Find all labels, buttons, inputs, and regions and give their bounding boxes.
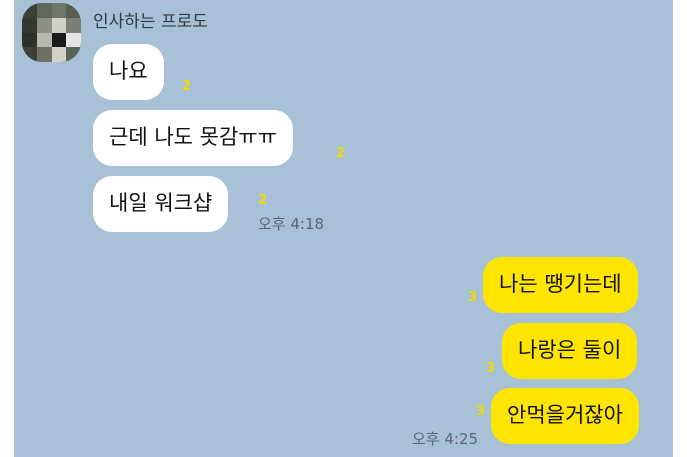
chat-room: 인사하는 프로도 나요 2 근데 나도 못감ㅠㅠ 2 내일 워크샵 2 오후 4… bbox=[14, 0, 673, 457]
incoming-message-bubble[interactable]: 내일 워크샵 bbox=[93, 176, 229, 232]
outgoing-message-bubble[interactable]: 나는 땡기는데 bbox=[483, 257, 638, 313]
unread-count: 2 bbox=[182, 79, 192, 94]
outgoing-message-bubble[interactable]: 나랑은 둘이 bbox=[502, 323, 638, 379]
unread-count: 2 bbox=[258, 193, 268, 208]
unread-count: 3 bbox=[476, 404, 486, 419]
outgoing-message-bubble[interactable]: 안먹을거잖아 bbox=[491, 388, 639, 444]
message-timestamp: 오후 4:18 bbox=[258, 215, 325, 233]
message-timestamp: 오후 4:25 bbox=[412, 430, 479, 448]
incoming-message-bubble[interactable]: 근데 나도 못감ㅠㅠ bbox=[93, 110, 293, 166]
pixelated-avatar-icon bbox=[22, 3, 81, 62]
unread-count: 2 bbox=[336, 146, 346, 161]
unread-count: 3 bbox=[486, 361, 496, 376]
incoming-message-bubble[interactable]: 나요 bbox=[93, 44, 164, 100]
unread-count: 3 bbox=[468, 290, 478, 305]
sender-name: 인사하는 프로도 bbox=[93, 12, 208, 32]
profile-avatar[interactable] bbox=[22, 3, 81, 62]
